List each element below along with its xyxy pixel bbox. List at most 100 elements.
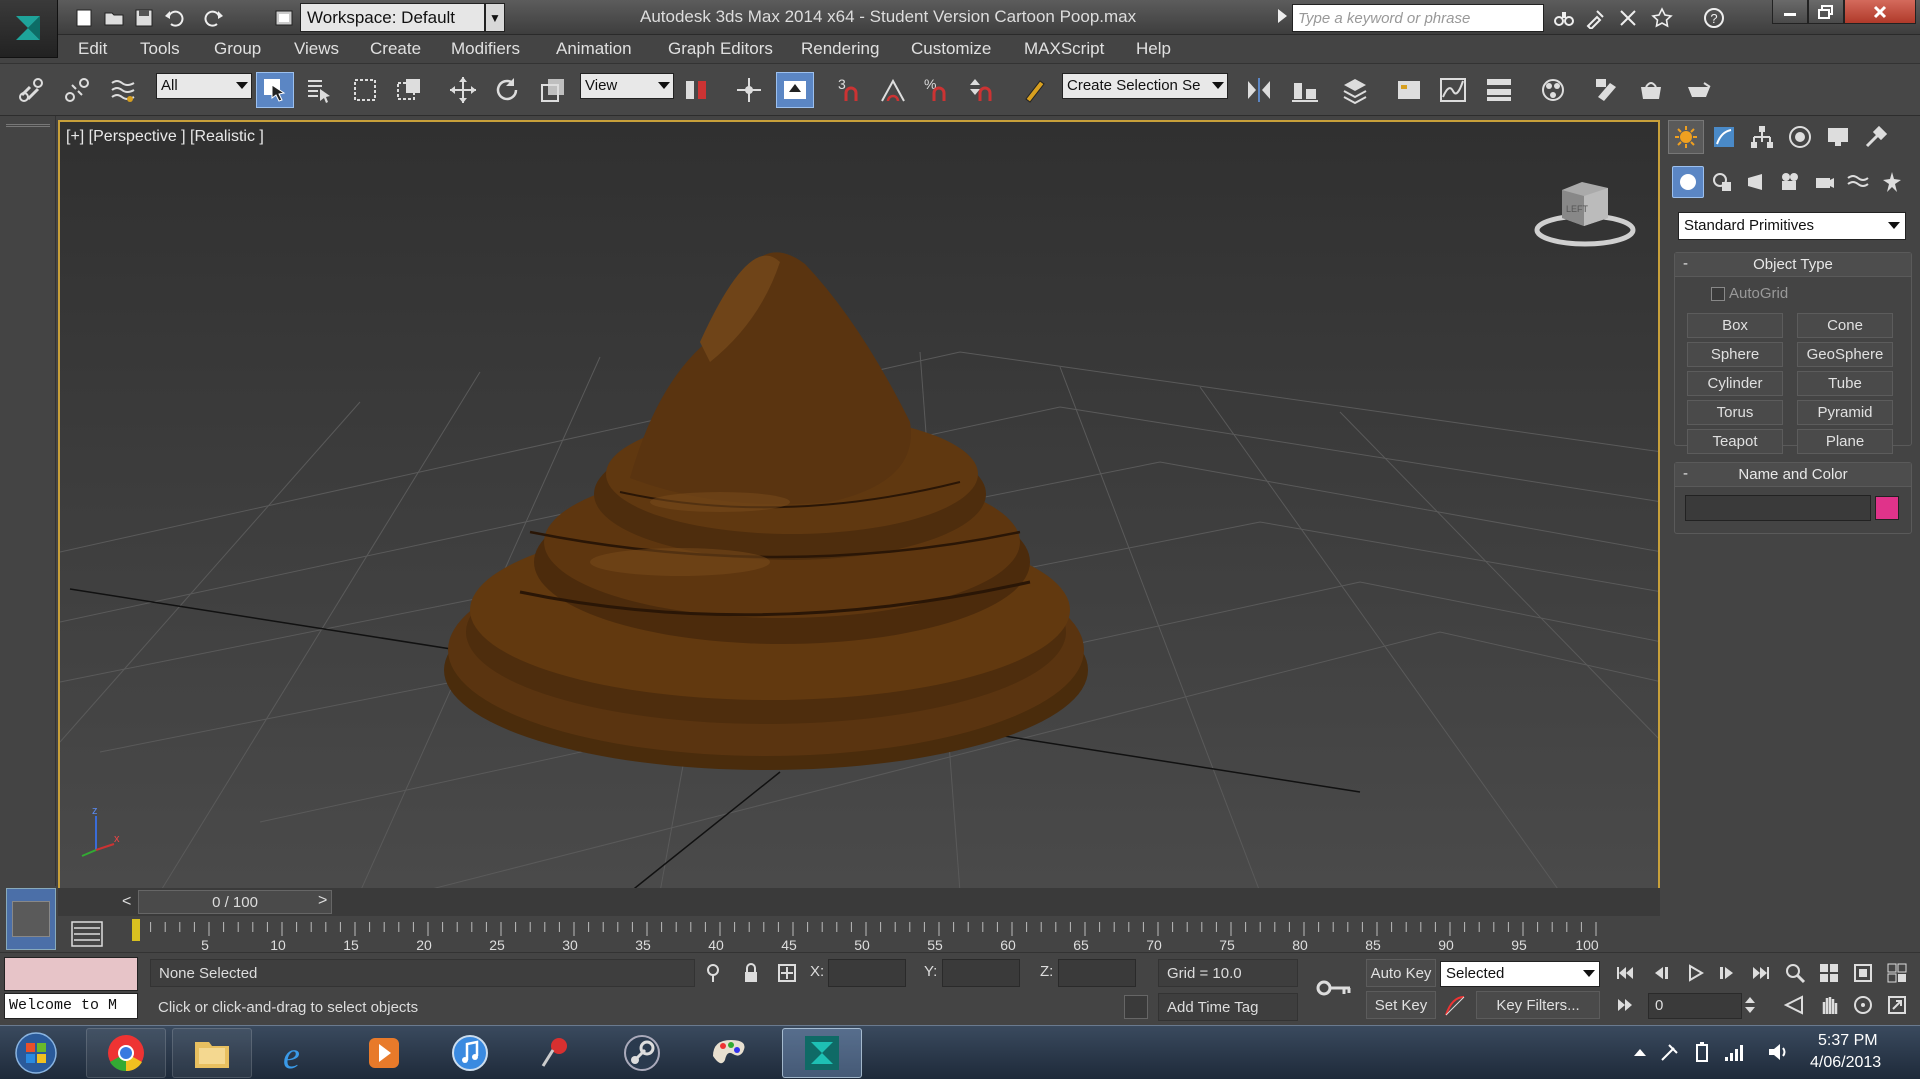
keyboard-shortcut-override-icon[interactable]: [776, 72, 814, 108]
3dsmax-icon[interactable]: [782, 1028, 862, 1078]
next-frame-icon[interactable]: [1712, 959, 1742, 987]
clock-time[interactable]: 5:37 PM: [1818, 1032, 1878, 1050]
menu-modifiers[interactable]: Modifiers: [451, 39, 520, 59]
windows-start-button[interactable]: [6, 1028, 66, 1078]
itunes-icon[interactable]: [430, 1028, 510, 1078]
play-animation-icon[interactable]: [1680, 959, 1710, 987]
favorites-star-icon[interactable]: [1648, 5, 1676, 31]
rectangular-selection-icon[interactable]: [346, 72, 384, 108]
scene-explorer-icon[interactable]: [1390, 72, 1428, 108]
helpers-category-icon[interactable]: [1808, 166, 1840, 198]
close-button[interactable]: [1844, 0, 1916, 24]
chrome-icon[interactable]: [86, 1028, 166, 1078]
binoculars-icon[interactable]: [1550, 5, 1578, 31]
add-time-tag-button[interactable]: Add Time Tag: [1158, 993, 1298, 1021]
select-by-name-icon[interactable]: [300, 72, 338, 108]
pivot-center-icon[interactable]: [678, 72, 716, 108]
cylinder-button[interactable]: Cylinder: [1687, 371, 1783, 396]
bind-to-space-warp-icon[interactable]: [104, 72, 142, 108]
select-manipulate-icon[interactable]: [730, 72, 768, 108]
modify-tab-icon[interactable]: [1706, 120, 1742, 154]
menu-edit[interactable]: Edit: [78, 39, 107, 59]
search-input[interactable]: Type a keyword or phrase: [1292, 4, 1544, 32]
named-selection-sets-dropdown[interactable]: Create Selection Se: [1062, 73, 1228, 99]
next-frame-arrow[interactable]: >: [318, 892, 327, 910]
move-icon[interactable]: [444, 72, 482, 108]
internet-explorer-icon[interactable]: e: [258, 1028, 338, 1078]
previous-frame-icon[interactable]: [1646, 959, 1676, 987]
time-slider[interactable]: < 0 / 100 >: [58, 888, 1660, 916]
key-mode-toggle-icon[interactable]: [1610, 991, 1640, 1019]
rotate-icon[interactable]: [488, 72, 526, 108]
time-tag-icon[interactable]: [1124, 995, 1148, 1019]
scale-icon[interactable]: [534, 72, 572, 108]
layer-manager-icon[interactable]: [1336, 72, 1374, 108]
cameras-category-icon[interactable]: [1774, 166, 1806, 198]
render-setup-icon[interactable]: [1588, 72, 1626, 108]
zoom-extents-icon[interactable]: [1848, 959, 1878, 987]
reference-coordinate-dropdown[interactable]: View: [580, 73, 674, 99]
minimize-button[interactable]: [1772, 0, 1808, 24]
angle-snap-icon[interactable]: [874, 72, 912, 108]
primitive-category-dropdown[interactable]: Standard Primitives: [1678, 212, 1906, 240]
previous-frame-arrow[interactable]: <: [122, 893, 131, 911]
systems-category-icon[interactable]: [1876, 166, 1908, 198]
explorer-folder-icon[interactable]: [172, 1028, 252, 1078]
x-coordinate-input[interactable]: [828, 959, 906, 987]
search-expand-icon[interactable]: [1278, 9, 1287, 23]
zoom-extents-all-icon[interactable]: [1882, 959, 1912, 987]
name-and-color-header[interactable]: - Name and Color: [1675, 463, 1911, 487]
space-warps-category-icon[interactable]: [1842, 166, 1874, 198]
key-mode-dropdown[interactable]: Selected: [1440, 961, 1600, 987]
isolate-selection-icon[interactable]: [702, 962, 724, 984]
subscription-icon[interactable]: [1582, 5, 1610, 31]
schematic-view-icon[interactable]: [1480, 72, 1518, 108]
help-icon[interactable]: ?: [1700, 5, 1728, 31]
tray-app-icon[interactable]: [1658, 1040, 1682, 1064]
field-of-view-icon[interactable]: [1780, 991, 1810, 1019]
clock-date[interactable]: 4/06/2013: [1810, 1054, 1881, 1072]
spinner-snap-icon[interactable]: [962, 72, 1000, 108]
zoom-icon[interactable]: [1780, 959, 1810, 987]
restore-button[interactable]: [1808, 0, 1844, 24]
pin-app-icon[interactable]: [516, 1028, 596, 1078]
cartoon-poop-object[interactable]: [444, 252, 1088, 770]
time-slider-handle[interactable]: 0 / 100: [138, 890, 332, 914]
redo-icon[interactable]: [200, 4, 228, 32]
create-tab-icon[interactable]: [1668, 120, 1704, 154]
undo-icon[interactable]: [160, 4, 188, 32]
selection-lock-icon[interactable]: [740, 962, 762, 984]
plane-button[interactable]: Plane: [1797, 429, 1893, 454]
shapes-category-icon[interactable]: [1706, 166, 1738, 198]
auto-key-button[interactable]: Auto Key: [1366, 959, 1436, 987]
mirror-icon[interactable]: [1240, 72, 1278, 108]
save-icon[interactable]: [130, 4, 158, 32]
y-coordinate-input[interactable]: [942, 959, 1020, 987]
material-editor-icon[interactable]: [1534, 72, 1572, 108]
lights-category-icon[interactable]: [1740, 166, 1772, 198]
render-production-icon[interactable]: [1680, 72, 1718, 108]
chevron-down-icon[interactable]: ▼: [485, 3, 505, 32]
object-name-input[interactable]: [1685, 495, 1871, 521]
show-hidden-icons-icon[interactable]: [1628, 1040, 1652, 1064]
collapse-icon[interactable]: -: [1683, 465, 1688, 482]
edit-named-selection-icon[interactable]: [1016, 72, 1054, 108]
geosphere-button[interactable]: GeoSphere: [1797, 342, 1893, 367]
maximize-viewport-toggle-icon[interactable]: [1882, 991, 1912, 1019]
curve-editor-icon[interactable]: [1434, 72, 1472, 108]
set-key-icon[interactable]: [1312, 963, 1356, 1013]
select-and-link-icon[interactable]: [12, 72, 50, 108]
menu-tools[interactable]: Tools: [140, 39, 180, 59]
utilities-tab-icon[interactable]: [1858, 120, 1894, 154]
viewcube-icon[interactable]: LEFT: [1530, 172, 1640, 252]
pan-view-icon[interactable]: [1814, 991, 1844, 1019]
network-signal-icon[interactable]: [1722, 1040, 1746, 1064]
media-player-icon[interactable]: [344, 1028, 424, 1078]
collapse-icon[interactable]: -: [1683, 255, 1688, 272]
mini-curve-editor-toggle[interactable]: [6, 888, 56, 950]
menu-group[interactable]: Group: [214, 39, 261, 59]
teapot-button[interactable]: Teapot: [1687, 429, 1783, 454]
set-key-button[interactable]: Set Key: [1366, 991, 1436, 1019]
object-color-swatch[interactable]: [1875, 496, 1899, 520]
project-folder-icon[interactable]: [270, 4, 298, 32]
